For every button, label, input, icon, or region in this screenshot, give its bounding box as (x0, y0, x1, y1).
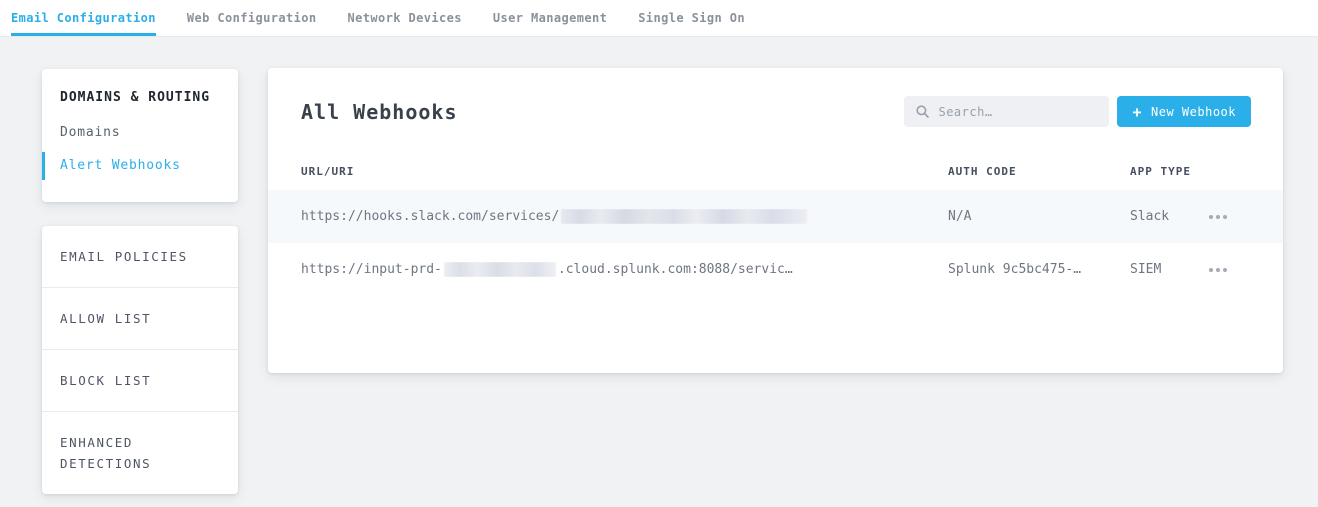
top-nav: Email Configuration Web Configuration Ne… (0, 0, 1318, 37)
search-box[interactable] (904, 96, 1109, 127)
sidebar-domains-routing-card: DOMAINS & ROUTING Domains Alert Webhooks (42, 69, 238, 202)
tab-email-configuration[interactable]: Email Configuration (11, 0, 156, 36)
column-header-auth-code: AUTH CODE (948, 165, 1130, 178)
sidebar-item-email-policies[interactable]: EMAIL POLICIES (42, 226, 238, 287)
tab-web-configuration[interactable]: Web Configuration (187, 0, 317, 36)
webhook-url-cell: https://hooks.slack.com/services/ (301, 209, 948, 224)
app-type-cell: SIEM (1130, 262, 1207, 277)
table-row: https://input-prd- .cloud.splunk.com:808… (268, 243, 1283, 296)
panel-header: All Webhooks + New Webhook (268, 68, 1283, 127)
webhook-url-cell: https://input-prd- .cloud.splunk.com:808… (301, 262, 948, 277)
app-type-cell: Slack (1130, 209, 1207, 224)
webhook-url-prefix: https://input-prd- (301, 262, 442, 277)
tab-user-management[interactable]: User Management (493, 0, 607, 36)
table-row: https://hooks.slack.com/services/ N/A Sl… (268, 190, 1283, 243)
auth-code-cell: N/A (948, 209, 1130, 224)
search-icon (916, 105, 929, 118)
webhook-url-prefix: https://hooks.slack.com/services/ (301, 209, 559, 224)
ellipsis-icon (1209, 215, 1213, 219)
sidebar-heading-domains-routing: DOMAINS & ROUTING (42, 90, 238, 105)
new-webhook-label: New Webhook (1151, 105, 1236, 119)
redacted-url-segment (561, 209, 807, 224)
redacted-url-segment (444, 262, 556, 277)
row-actions-menu-button[interactable] (1207, 209, 1229, 225)
column-header-app-type: APP TYPE (1130, 165, 1207, 178)
column-header-url: URL/URI (301, 165, 948, 178)
sidebar-sections-card: EMAIL POLICIES ALLOW LIST BLOCK LIST ENH… (42, 226, 238, 494)
table-header: URL/URI AUTH CODE APP TYPE (268, 165, 1283, 178)
row-actions-menu-button[interactable] (1207, 262, 1229, 278)
search-input[interactable] (938, 105, 1097, 119)
new-webhook-button[interactable]: + New Webhook (1117, 96, 1251, 127)
plus-icon: + (1132, 103, 1142, 121)
sidebar-item-block-list[interactable]: BLOCK LIST (42, 349, 238, 411)
webhook-url-suffix: .cloud.splunk.com:8088/servic… (558, 262, 793, 277)
auth-code-cell: Splunk 9c5bc475-… (948, 262, 1130, 277)
tab-single-sign-on[interactable]: Single Sign On (638, 0, 745, 36)
ellipsis-icon (1209, 268, 1213, 272)
sidebar-item-enhanced-detections[interactable]: ENHANCED DETECTIONS (42, 411, 238, 494)
sidebar-item-domains[interactable]: Domains (42, 119, 238, 147)
webhooks-panel: All Webhooks + New Webhook URL/URI AUTH … (268, 68, 1283, 373)
sidebar-item-alert-webhooks[interactable]: Alert Webhooks (42, 152, 238, 180)
page-title: All Webhooks (301, 100, 458, 124)
tab-network-devices[interactable]: Network Devices (348, 0, 462, 36)
sidebar-item-allow-list[interactable]: ALLOW LIST (42, 287, 238, 349)
